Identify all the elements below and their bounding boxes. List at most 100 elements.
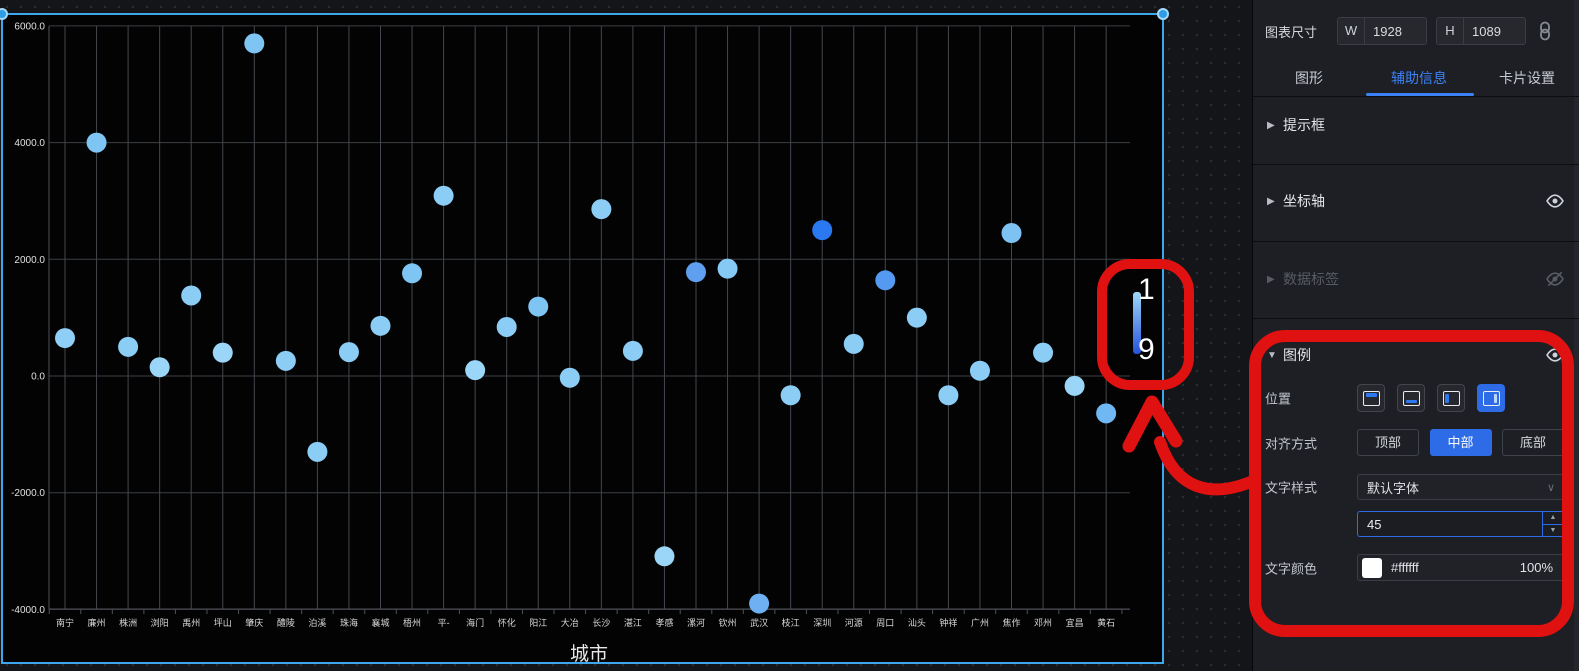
scatter-point[interactable]: [1002, 223, 1022, 243]
legend-min-label: 9: [1138, 333, 1155, 366]
scatter-point[interactable]: [1033, 343, 1053, 363]
scatter-point[interactable]: [244, 33, 264, 53]
scatter-point[interactable]: [938, 385, 958, 405]
scatter-point[interactable]: [686, 262, 706, 282]
x-axis-tick-label: 珠海: [340, 617, 358, 628]
font-size-input[interactable]: [1358, 512, 1542, 536]
align-bottom-button[interactable]: 底部: [1502, 429, 1564, 456]
scatter-point[interactable]: [1065, 376, 1085, 396]
legend-position-bottom-button[interactable]: [1397, 384, 1425, 412]
scatter-point[interactable]: [907, 308, 927, 328]
scatter-point[interactable]: [150, 357, 170, 377]
section-tooltip-title: 提示框: [1283, 115, 1565, 135]
section-data-label[interactable]: ▶ 数据标签: [1253, 260, 1579, 298]
settings-panel: 图表尺寸 W H 图形 辅助信息 卡片设置 ▶ 提示框 ▶ 坐标轴 ▶ 数据标: [1252, 0, 1579, 671]
x-axis-tick-label: 广州: [971, 617, 989, 628]
stepper-down-icon[interactable]: ▼: [1543, 525, 1563, 537]
section-tooltip[interactable]: ▶ 提示框: [1253, 106, 1579, 144]
width-prefix: W: [1338, 18, 1365, 44]
y-axis-tick-label: -2000.0: [11, 488, 45, 499]
section-data-label-title: 数据标签: [1283, 269, 1545, 289]
x-axis-tick-label: 深圳: [813, 618, 831, 628]
x-axis-tick-label: 武汉: [750, 617, 768, 628]
scatter-point[interactable]: [718, 259, 738, 279]
x-axis-tick-label: 汕头: [908, 618, 926, 628]
text-color-picker[interactable]: #ffffff 100%: [1357, 554, 1564, 581]
scatter-point[interactable]: [1096, 403, 1116, 423]
scatter-point[interactable]: [402, 263, 422, 283]
tab-graphic[interactable]: 图形: [1295, 68, 1323, 88]
chart-card[interactable]: 6000.04000.02000.00.0-2000.0-4000.0南宁廉州株…: [1, 13, 1164, 664]
height-field[interactable]: H: [1436, 17, 1526, 45]
tab-card-settings[interactable]: 卡片设置: [1499, 68, 1555, 88]
legend-position-row: 位置: [1253, 384, 1579, 412]
collapse-caret-icon[interactable]: ▶: [1267, 274, 1283, 285]
scatter-point[interactable]: [654, 546, 674, 566]
scatter-point[interactable]: [812, 220, 832, 240]
scatter-point[interactable]: [276, 351, 296, 371]
x-axis-tick-label: 黄石: [1097, 617, 1115, 628]
scatter-point[interactable]: [434, 186, 454, 206]
x-axis-tick-label: 枝江: [782, 617, 800, 628]
scatter-point[interactable]: [118, 337, 138, 357]
collapse-caret-icon[interactable]: ▶: [1267, 196, 1283, 207]
eye-visible-icon[interactable]: [1545, 191, 1565, 211]
y-axis-tick-label: 0.0: [31, 372, 45, 383]
x-axis-tick-label: 襄城: [371, 617, 389, 628]
color-opacity-value: 100%: [1520, 560, 1563, 575]
divider: [1253, 318, 1579, 319]
eye-hidden-icon[interactable]: [1545, 269, 1565, 289]
scatter-point[interactable]: [623, 341, 643, 361]
legend-position-left-button[interactable]: [1437, 384, 1465, 412]
scatter-point[interactable]: [591, 199, 611, 219]
width-field[interactable]: W: [1337, 17, 1427, 45]
scatter-point[interactable]: [465, 360, 485, 380]
x-axis-tick-label: 醴陵: [277, 617, 295, 628]
scatter-point[interactable]: [371, 316, 391, 336]
number-stepper[interactable]: ▲ ▼: [1542, 512, 1563, 536]
collapse-caret-icon[interactable]: ▶: [1267, 120, 1283, 131]
x-axis-tick-label: 怀化: [498, 617, 516, 628]
section-legend-title: 图例: [1283, 345, 1545, 365]
scatter-point[interactable]: [55, 328, 75, 348]
scatter-point[interactable]: [528, 297, 548, 317]
scatter-point[interactable]: [213, 343, 233, 363]
legend-position-right-button[interactable]: [1477, 384, 1505, 412]
chart-size-row: 图表尺寸 W H: [1253, 16, 1579, 46]
legend-position-top-button[interactable]: [1357, 384, 1385, 412]
scatter-point[interactable]: [181, 285, 201, 305]
x-axis-title: 城市: [570, 643, 608, 662]
link-dimensions-icon[interactable]: [1537, 21, 1553, 41]
scatter-point[interactable]: [875, 270, 895, 290]
selection-handle-top-right[interactable]: [1157, 8, 1169, 20]
scatter-point[interactable]: [497, 317, 517, 337]
expand-caret-icon[interactable]: ▼: [1267, 350, 1283, 361]
scatter-point[interactable]: [781, 385, 801, 405]
scatter-point[interactable]: [307, 442, 327, 462]
scatter-point[interactable]: [749, 594, 769, 614]
y-axis-tick-label: 6000.0: [14, 21, 45, 32]
height-prefix: H: [1437, 18, 1464, 44]
height-input[interactable]: [1464, 24, 1525, 39]
x-axis-tick-label: 阳江: [529, 618, 547, 628]
color-swatch[interactable]: [1362, 558, 1382, 578]
font-family-dropdown[interactable]: 默认字体 ∨: [1357, 474, 1564, 500]
scatter-point[interactable]: [844, 334, 864, 354]
legend-top-icon: [1363, 391, 1380, 406]
legend-position-label: 位置: [1265, 389, 1291, 408]
align-top-button[interactable]: 顶部: [1357, 429, 1419, 456]
font-size-field[interactable]: ▲ ▼: [1357, 511, 1564, 537]
scatter-point[interactable]: [970, 361, 990, 381]
legend-align-row: 对齐方式 顶部 中部 底部: [1253, 429, 1579, 456]
stepper-up-icon[interactable]: ▲: [1543, 512, 1563, 525]
scatter-point[interactable]: [87, 133, 107, 153]
align-middle-button[interactable]: 中部: [1430, 429, 1492, 456]
eye-visible-icon[interactable]: [1545, 345, 1565, 365]
tab-auxiliary-info[interactable]: 辅助信息: [1391, 68, 1447, 88]
section-legend[interactable]: ▼ 图例: [1253, 336, 1579, 374]
x-axis-tick-label: 周口: [876, 618, 894, 628]
scatter-point[interactable]: [339, 342, 359, 362]
section-axis[interactable]: ▶ 坐标轴: [1253, 182, 1579, 220]
width-input[interactable]: [1365, 24, 1426, 39]
scatter-point[interactable]: [560, 368, 580, 388]
